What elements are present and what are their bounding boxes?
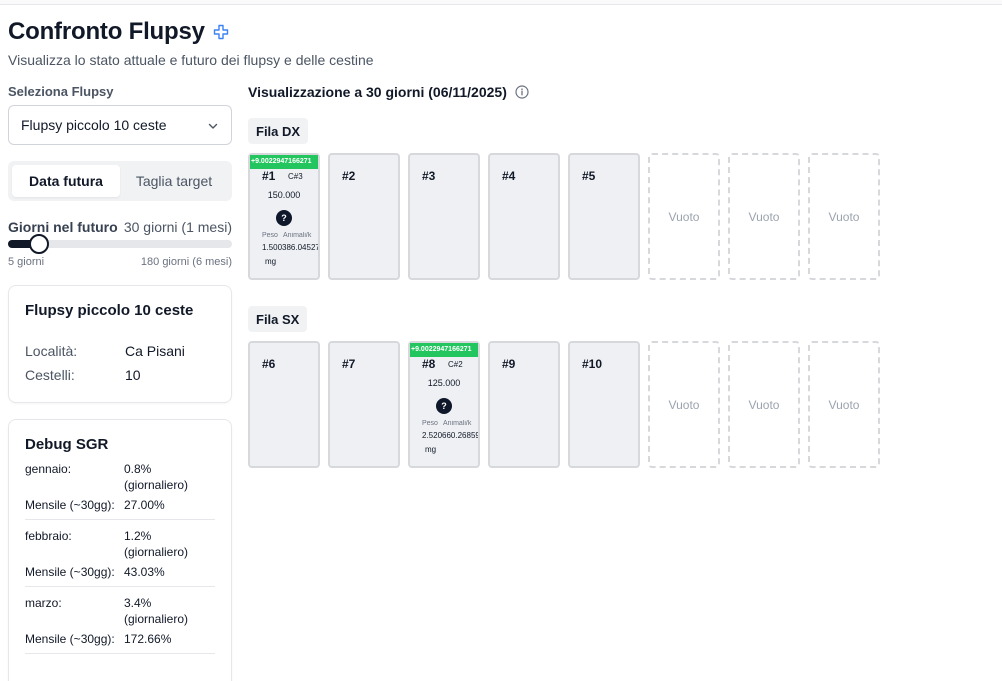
row-label-sx: Fila SX <box>248 306 308 332</box>
question-icon[interactable]: ? <box>276 210 292 226</box>
flupsy-info-card: Flupsy piccolo 10 ceste Località: Ca Pis… <box>8 285 232 403</box>
metric-labels: Peso Animali/k <box>262 232 312 239</box>
days-row: Giorni nel futuro 30 giorni (1 mesi) <box>8 219 232 235</box>
basket-number: #3 <box>422 169 436 183</box>
metric-values: 1.500386.04527 <box>262 243 318 252</box>
monthly-label: Mensile (~30gg): <box>25 632 115 646</box>
daily-rate: 1.2% <box>124 529 152 543</box>
question-icon[interactable]: ? <box>436 398 452 414</box>
days-slider[interactable] <box>8 234 232 254</box>
page-title: Confronto Flupsy <box>8 18 205 45</box>
daily-note: (giornaliero) <box>124 545 189 559</box>
days-label: Giorni nel futuro <box>8 219 118 235</box>
select-flupsy-label: Seleziona Flupsy <box>8 84 114 99</box>
basket-number: #10 <box>582 357 603 371</box>
sgr-month: febbraio: 1.2% (giornaliero) Mensile (~30g… <box>25 520 215 587</box>
basket-number: #8 <box>422 357 436 371</box>
info-title: Flupsy piccolo 10 ceste <box>25 302 194 319</box>
basket-number: #7 <box>342 357 356 371</box>
cycle-label: C#2 <box>448 360 463 369</box>
top-bar <box>0 0 1002 5</box>
metric-values: 2.520660.26859 <box>422 431 478 440</box>
monthly-label: Mensile (~30gg): <box>25 498 115 512</box>
basket-card[interactable]: #6 <box>248 341 320 468</box>
range-max: 180 giorni (6 mesi) <box>140 256 232 268</box>
cycle-label: C#3 <box>288 172 303 181</box>
visualization-title: Visualizzazione a 30 giorni (06/11/2025) <box>248 84 507 100</box>
basket-card[interactable]: #3 <box>408 153 480 280</box>
basket-number: #1 <box>262 169 276 183</box>
flupsy-select-value: Flupsy piccolo 10 ceste <box>21 117 167 133</box>
weight-unit: mg <box>265 257 277 266</box>
weight-unit: mg <box>425 445 437 454</box>
basket-card[interactable]: +9.0022947166271 #1 C#3 150.000 ? Peso An… <box>248 153 320 280</box>
month-name: gennaio: <box>25 462 72 476</box>
basket-card[interactable]: #10 <box>568 341 640 468</box>
sgr-month: marzo: 3.4% (giornaliero) Mensile (~30gg):… <box>25 587 215 654</box>
flupsy-select[interactable]: Flupsy piccolo 10 ceste <box>8 105 232 145</box>
month-name: febbraio: <box>25 529 72 543</box>
row-label-dx: Fila DX <box>248 118 309 144</box>
basket-number: #2 <box>342 169 356 183</box>
animal-count: 125.000 <box>427 378 461 388</box>
info-icon[interactable] <box>515 85 529 99</box>
basket-card[interactable]: #7 <box>328 341 400 468</box>
slider-thumb[interactable] <box>29 234 49 254</box>
basket-card[interactable]: #9 <box>488 341 560 468</box>
debug-title: Debug SGR <box>25 436 109 453</box>
debug-sgr-card: Debug SGR gennaio: 0.8% (giornaliero) Mens… <box>8 419 232 681</box>
mode-tabs: Data futura Taglia target <box>8 161 232 201</box>
monthly-rate: 172.66% <box>124 632 172 646</box>
slider-range: 5 giorni 180 giorni (6 mesi) <box>8 256 232 268</box>
daily-note: (giornaliero) <box>124 612 189 626</box>
empty-slot[interactable]: Vuoto <box>808 153 880 280</box>
growth-badge: +9.0022947166271 <box>410 343 478 357</box>
page-subtitle: Visualizza lo stato attuale e futuro dei… <box>8 52 374 68</box>
tab-taglia-target[interactable]: Taglia target <box>120 165 228 197</box>
location-row: Località: Ca Pisani <box>25 343 215 359</box>
basket-card[interactable]: #5 <box>568 153 640 280</box>
sgr-month: gennaio: 0.8% (giornaliero) Mensile (~30gg… <box>25 453 215 520</box>
animal-count: 150.000 <box>267 190 301 200</box>
empty-slot[interactable]: Vuoto <box>728 341 800 468</box>
basket-number: #4 <box>502 169 516 183</box>
monthly-rate: 27.00% <box>124 498 165 512</box>
days-value: 30 giorni (1 mesi) <box>123 219 232 235</box>
empty-slot[interactable]: Vuoto <box>648 341 720 468</box>
empty-slot[interactable]: Vuoto <box>648 153 720 280</box>
empty-slot[interactable]: Vuoto <box>808 341 880 468</box>
month-name: marzo: <box>25 596 62 610</box>
range-min: 5 giorni <box>8 256 45 268</box>
basket-card[interactable]: +9.0022947166271 #8 C#2 125.000 ? Peso An… <box>408 341 480 468</box>
baskets-label: Cestelli: <box>25 367 75 383</box>
location-label: Località: <box>25 343 78 359</box>
baskets-row: Cestelli: 10 <box>25 367 215 383</box>
header: Confronto Flupsy <box>8 18 229 46</box>
chevron-down-icon <box>207 119 219 131</box>
daily-note: (giornaliero) <box>124 478 189 492</box>
location-value: Ca Pisani <box>125 343 185 359</box>
metric-labels: Peso Animali/k <box>422 420 472 427</box>
daily-rate: 0.8% <box>124 462 152 476</box>
monthly-label: Mensile (~30gg): <box>25 565 115 579</box>
basket-number: #5 <box>582 169 596 183</box>
visualization-title-row: Visualizzazione a 30 giorni (06/11/2025) <box>248 84 529 100</box>
tab-data-futura[interactable]: Data futura <box>12 165 120 197</box>
growth-badge: +9.0022947166271 <box>250 155 318 169</box>
basket-card[interactable]: #2 <box>328 153 400 280</box>
empty-slot[interactable]: Vuoto <box>728 153 800 280</box>
basket-number: #9 <box>502 357 516 371</box>
basket-number: #6 <box>262 357 276 371</box>
basket-card[interactable]: #4 <box>488 153 560 280</box>
daily-rate: 3.4% <box>124 596 152 610</box>
monthly-rate: 43.03% <box>124 565 165 579</box>
plus-circle-icon[interactable] <box>213 24 229 40</box>
baskets-value: 10 <box>125 367 141 383</box>
